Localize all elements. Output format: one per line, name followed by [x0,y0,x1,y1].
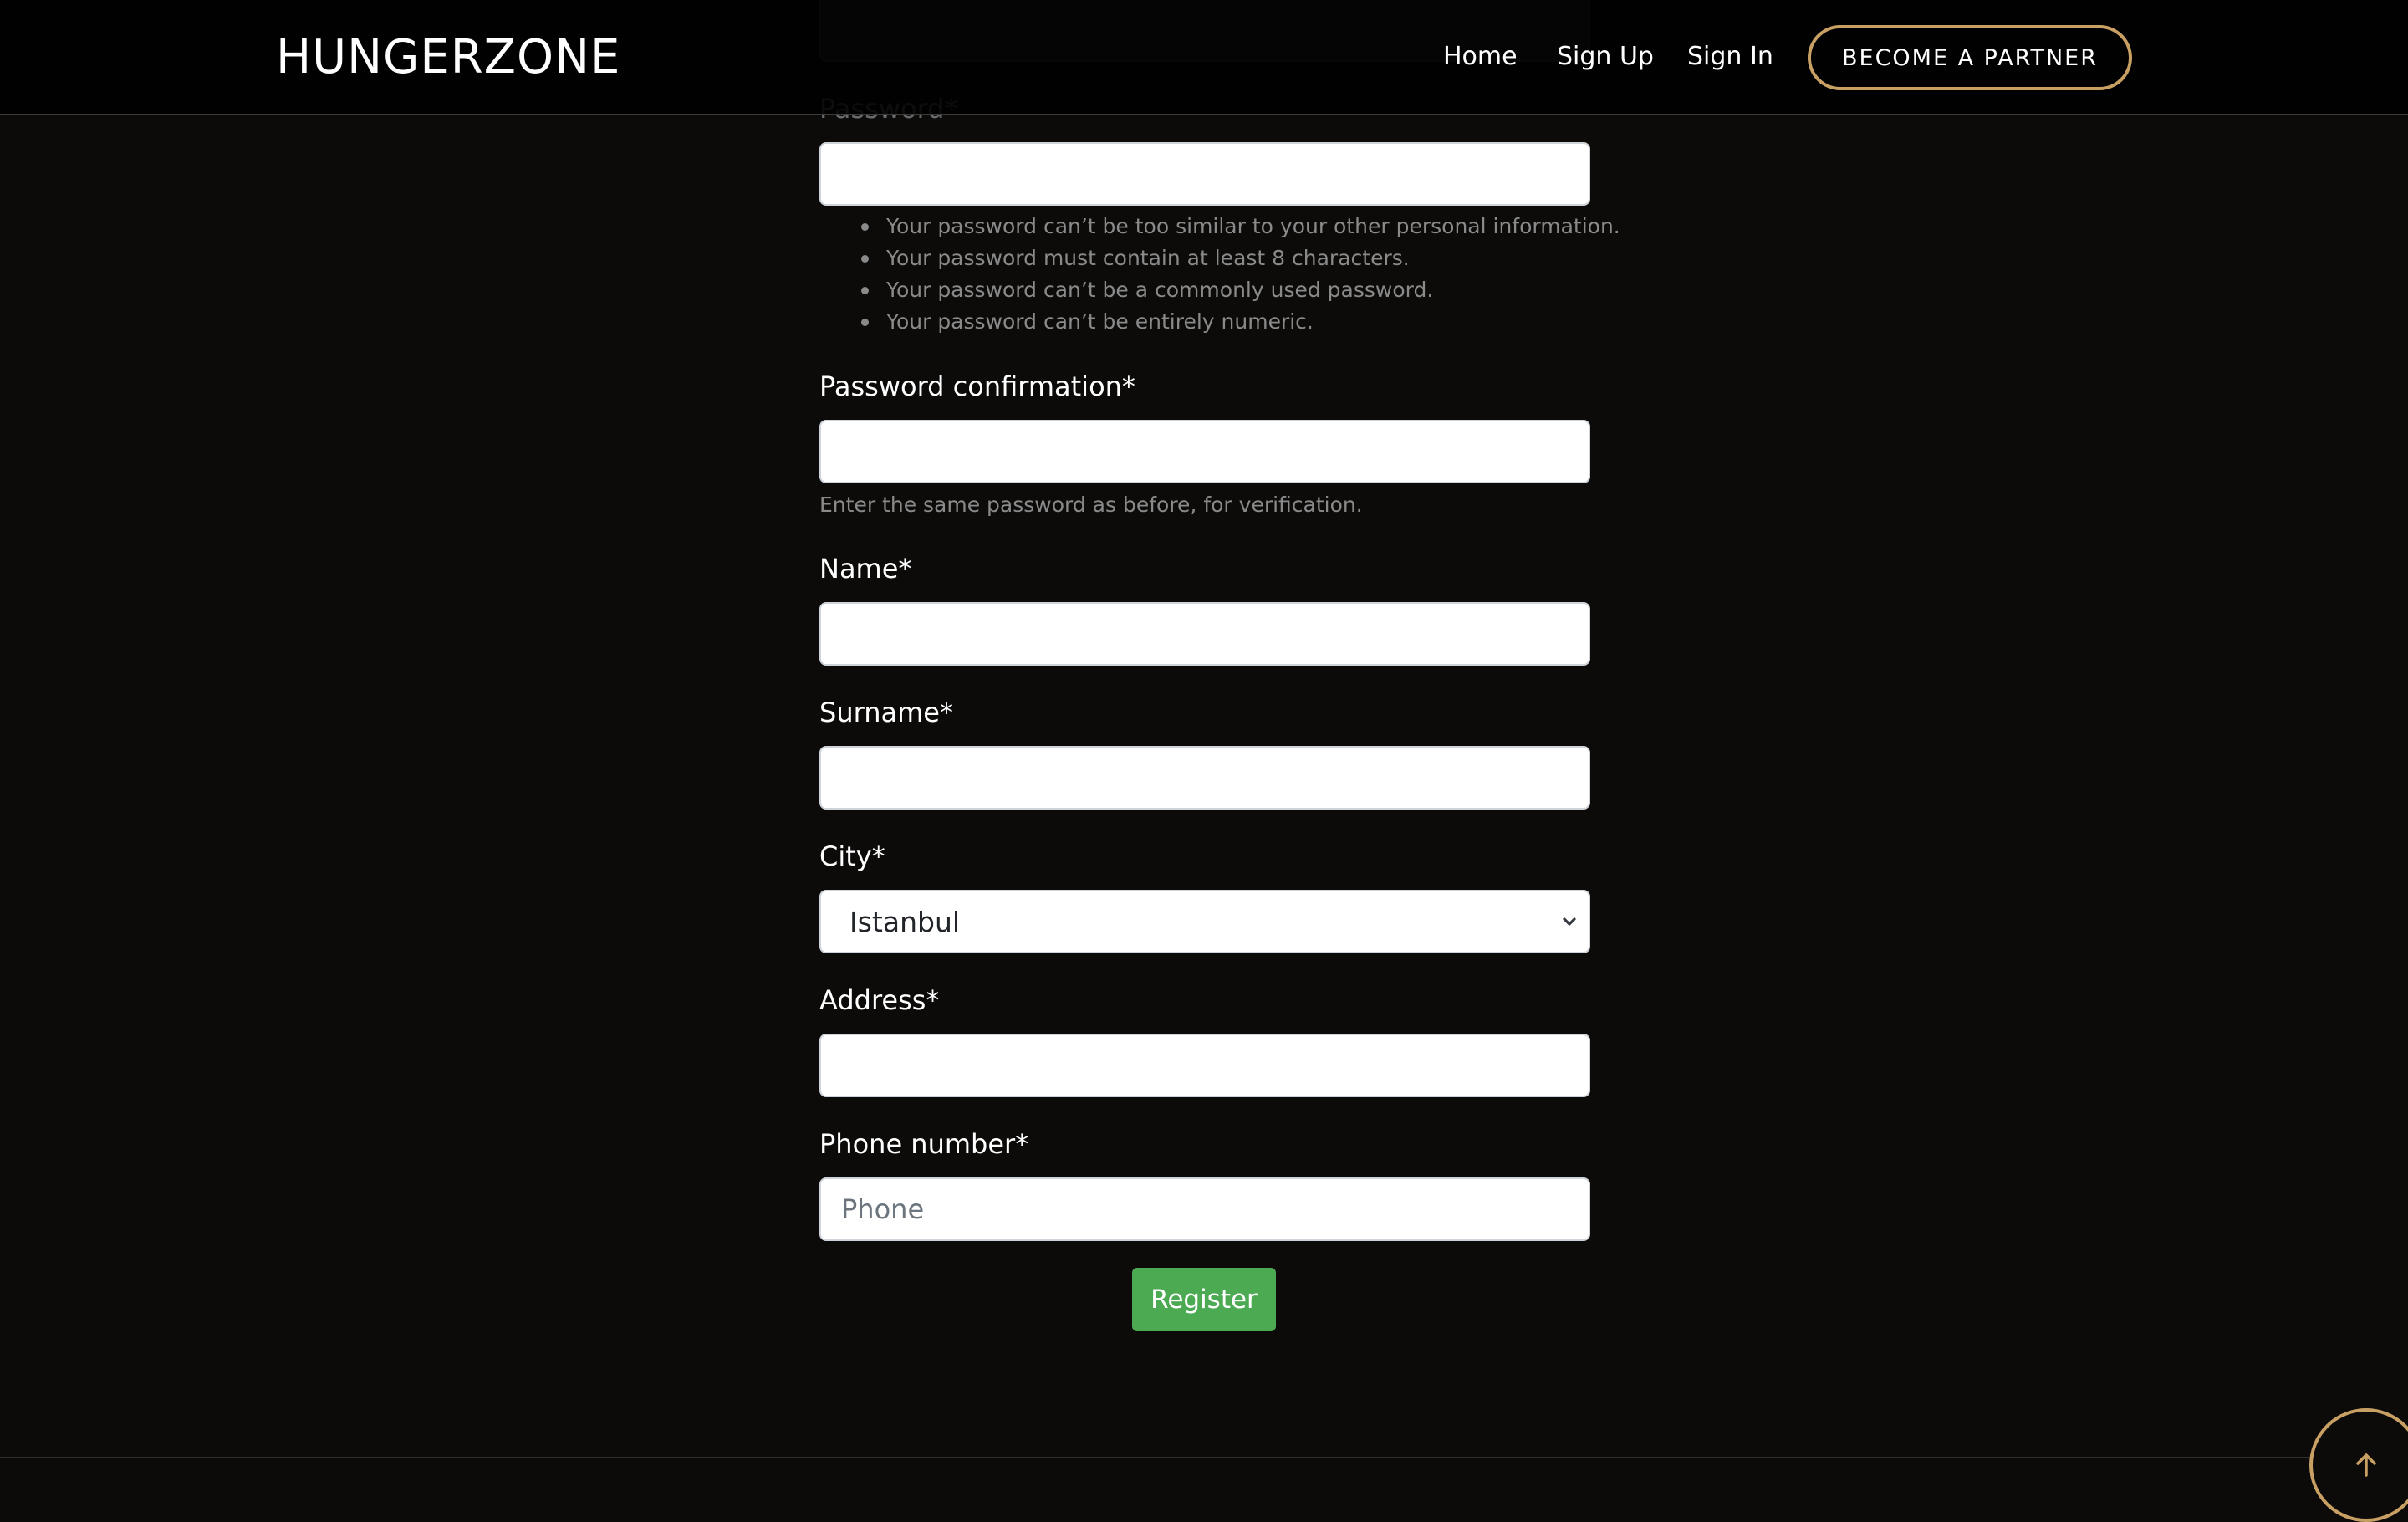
site-logo[interactable]: HUNGERZONE [276,28,620,87]
password-input[interactable] [819,142,1590,206]
name-label: Name* [819,553,912,585]
phone-number-label: Phone number* [819,1128,1029,1160]
password-confirmation-label: Password confirmation* [819,370,1135,402]
site-header: HUNGERZONE Home Sign Up Sign In BECOME A… [0,0,2408,115]
phone-input[interactable] [819,1177,1590,1241]
address-input[interactable] [819,1034,1590,1097]
city-select[interactable]: Istanbul [819,890,1590,953]
password-help-item: Your password can’t be too similar to yo… [861,211,1620,243]
password-confirmation-help: Enter the same password as before, for v… [819,493,1363,517]
nav-link-home[interactable]: Home [1443,40,1518,74]
password-help-list: Your password can’t be too similar to yo… [819,211,1620,338]
name-input[interactable] [819,602,1590,666]
footer-divider [0,1457,2408,1458]
nav-link-sign-up[interactable]: Sign Up [1557,40,1654,74]
password-help-item: Your password can’t be a commonly used p… [861,274,1620,306]
password-confirmation-input[interactable] [819,420,1590,483]
city-selected-value: Istanbul [849,905,961,938]
surname-label: Surname* [819,697,953,728]
address-label: Address* [819,984,940,1016]
password-help-item: Your password can’t be entirely numeric. [861,306,1620,338]
arrow-up-icon [2356,1453,2376,1477]
nav-link-sign-in[interactable]: Sign In [1687,40,1773,74]
register-button[interactable]: Register [1132,1268,1276,1331]
chevron-down-icon [1563,917,1576,926]
password-help-item: Your password must contain at least 8 ch… [861,243,1620,274]
become-partner-button[interactable]: BECOME A PARTNER [1808,25,2132,90]
city-label: City* [819,840,885,872]
surname-input[interactable] [819,746,1590,810]
